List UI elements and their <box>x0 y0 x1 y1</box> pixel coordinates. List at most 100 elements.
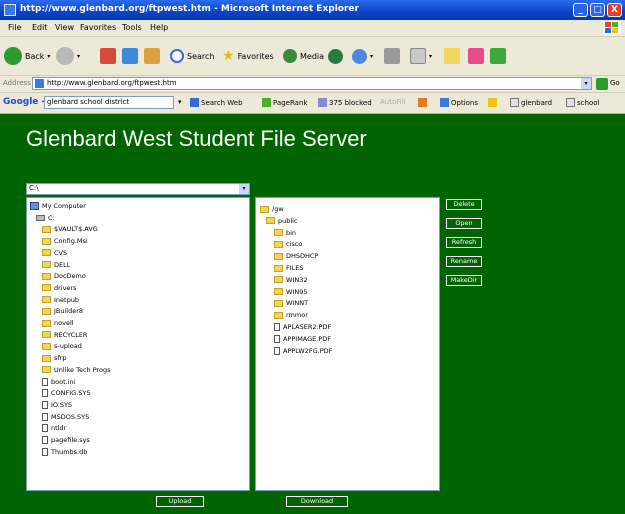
local-tree-item[interactable]: novell <box>42 318 74 328</box>
pencil-icon[interactable] <box>488 98 499 107</box>
folder-button[interactable] <box>444 45 460 67</box>
local-tree-item[interactable]: Inetpub <box>42 295 79 305</box>
drive-select[interactable]: C:\ ▾ <box>26 183 250 195</box>
remote-tree-item[interactable]: WINNT <box>274 298 308 308</box>
google-search-input[interactable]: glenbard school district <box>44 96 174 109</box>
menu-view[interactable]: View <box>55 23 74 32</box>
local-file-tree[interactable]: My Computer C: $VAULT$.AVG Config.Msi CVS DEL… <box>26 197 250 491</box>
go-arrow-icon[interactable] <box>596 78 608 90</box>
local-tree-item[interactable]: drivers <box>42 283 77 293</box>
google-logo[interactable]: Google - <box>3 97 45 107</box>
back-button[interactable]: Back ▾ <box>4 45 50 67</box>
remote-tree-item[interactable]: APPIMAGE.PDF <box>274 334 331 344</box>
forward-button[interactable]: ▾ <box>56 45 80 67</box>
google-dropdown-icon[interactable]: ▾ <box>178 98 182 106</box>
local-tree-item-label: Inetpub <box>54 295 79 304</box>
remote-file-tree[interactable]: /gw public bin cisco DHSDHCP FILES WIN32 WIN95 W… <box>255 197 440 491</box>
download-button[interactable]: Download <box>286 496 348 507</box>
menu-favorites[interactable]: Favorites <box>80 23 116 32</box>
research-button[interactable] <box>490 45 506 67</box>
maximize-button[interactable]: □ <box>590 3 605 17</box>
print-button[interactable] <box>384 45 400 67</box>
rename-button[interactable]: Rename <box>446 256 482 267</box>
popup-blocked-button[interactable]: 375 blocked <box>318 98 372 107</box>
close-button[interactable]: X <box>607 3 622 17</box>
drive-icon <box>36 214 45 221</box>
remote-tree-item[interactable]: DHSDHCP <box>274 251 318 261</box>
local-tree-item[interactable]: Config.Msi <box>42 236 88 246</box>
folder-icon <box>260 205 269 213</box>
address-input[interactable]: http://www.glenbard.org/ftpwest.htm ▾ <box>32 77 592 90</box>
folder-icon <box>42 237 51 245</box>
remote-tree-item[interactable]: WIN32 <box>274 275 307 285</box>
local-tree-item[interactable]: MSDOS.SYS <box>42 412 89 422</box>
upload-button[interactable]: Upload <box>156 496 204 507</box>
remote-tree-item[interactable]: public <box>266 216 298 226</box>
local-tree-item[interactable]: DocDemo <box>42 271 86 281</box>
local-tree-item[interactable]: DELL <box>42 260 70 270</box>
remote-tree-item[interactable]: FILES <box>274 263 304 273</box>
remote-tree-item[interactable]: WIN95 <box>274 287 307 297</box>
local-tree-item[interactable]: My Computer <box>30 201 86 211</box>
refresh-page-button[interactable]: Refresh <box>446 237 482 248</box>
local-tree-item[interactable]: RECYCLER <box>42 330 87 340</box>
autofill-button[interactable]: AutoFill <box>380 98 406 106</box>
minimize-button[interactable]: _ <box>573 3 588 17</box>
makedir-button[interactable]: MakeDir <box>446 275 482 286</box>
menu-tools[interactable]: Tools <box>122 23 142 32</box>
refresh-button[interactable] <box>122 45 138 67</box>
menu-edit[interactable]: Edit <box>32 23 48 32</box>
remote-tree-item[interactable]: rmmor <box>274 310 308 320</box>
remote-tree-item[interactable]: /gw <box>260 204 284 214</box>
media-button[interactable]: Media <box>283 45 324 67</box>
pagerank-button[interactable]: PageRank <box>262 98 307 107</box>
remote-tree-item-label: APLASER2.PDF <box>283 323 332 331</box>
folder-icon <box>274 240 283 248</box>
folder-icon <box>274 229 283 237</box>
local-tree-item[interactable]: boot.ini <box>42 377 75 387</box>
mail-icon <box>352 48 367 64</box>
local-tree-item[interactable]: JBuilder8 <box>42 306 83 316</box>
local-tree-item[interactable]: IO.SYS <box>42 400 72 410</box>
highlight-glenbard-button[interactable]: glenbard <box>510 98 552 107</box>
messenger-button[interactable] <box>468 45 484 67</box>
local-tree-item[interactable]: $VAULT$.AVG <box>42 224 98 234</box>
delete-button[interactable]: Delete <box>446 199 482 210</box>
favorites-button[interactable]: ★ Favorites <box>222 45 274 67</box>
local-tree-item[interactable]: Thumbs.db <box>42 447 87 457</box>
search-web-button[interactable]: Search Web <box>190 98 243 107</box>
history-button[interactable] <box>328 45 343 67</box>
edit-icon <box>410 48 426 64</box>
local-tree-item[interactable]: CONFIG.SYS <box>42 388 91 398</box>
address-dropdown-icon[interactable]: ▾ <box>581 78 591 89</box>
highlight-school-button[interactable]: school <box>566 98 599 107</box>
open-button[interactable]: Open <box>446 218 482 229</box>
local-tree-item[interactable]: CVS <box>42 248 67 258</box>
remote-tree-item[interactable]: cisco <box>274 239 302 249</box>
edit-button[interactable]: ▾ <box>410 45 432 67</box>
local-tree-item[interactable]: C: <box>36 213 55 223</box>
options-button[interactable]: Options <box>440 98 478 107</box>
search-button[interactable]: Search <box>170 45 214 67</box>
forward-arrow-icon <box>56 47 74 65</box>
dropdown-arrow-icon[interactable]: ▾ <box>239 184 249 194</box>
stop-button[interactable] <box>100 45 116 67</box>
remote-tree-item[interactable]: APLASER2.PDF <box>274 322 331 332</box>
folder-icon <box>42 331 51 339</box>
local-tree-item[interactable]: Unlike Tech Progs <box>42 365 111 375</box>
menu-file[interactable]: File <box>8 23 21 32</box>
local-tree-item[interactable]: ntldr <box>42 423 66 433</box>
local-tree-item[interactable]: sfrp <box>42 353 66 363</box>
windows-logo-icon <box>603 21 621 35</box>
mail-button[interactable]: ▾ <box>352 45 373 67</box>
remote-tree-item[interactable]: bin <box>274 228 296 238</box>
home-button[interactable] <box>144 45 160 67</box>
folder-icon <box>42 366 51 374</box>
remote-tree-item[interactable]: APPLW2FG.PDF <box>274 346 332 356</box>
go-button[interactable]: Go <box>610 79 620 87</box>
menu-help[interactable]: Help <box>150 23 168 32</box>
orange-icon[interactable] <box>418 98 429 107</box>
remote-tree-item-label: WINNT <box>286 299 309 308</box>
local-tree-item[interactable]: pagefile.sys <box>42 435 90 445</box>
local-tree-item[interactable]: s-upload <box>42 341 82 351</box>
